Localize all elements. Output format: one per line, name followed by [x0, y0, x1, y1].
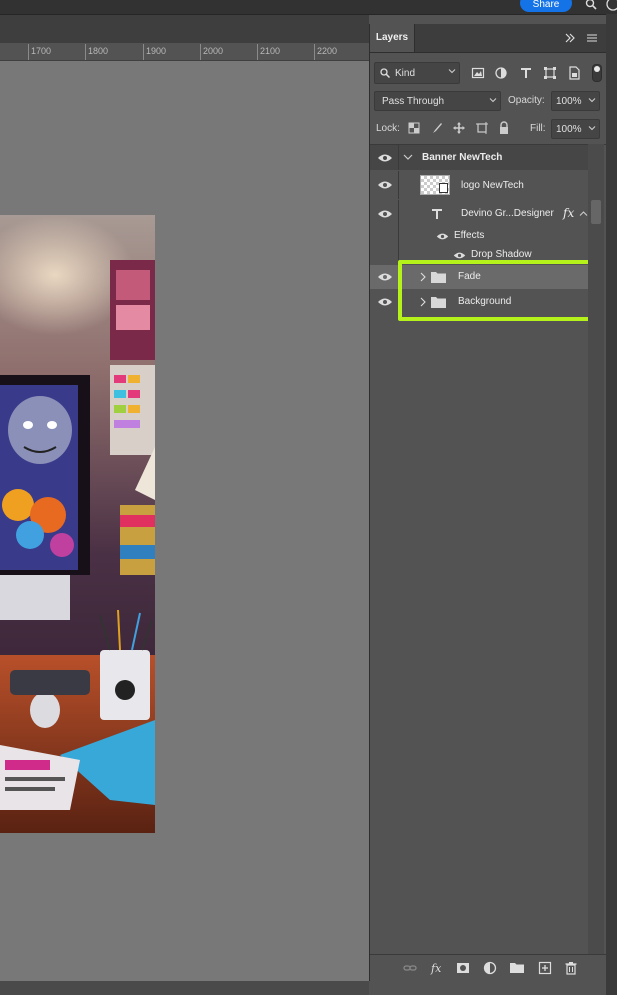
chevron-down-icon — [448, 69, 456, 74]
smart-object-badge-icon — [439, 183, 448, 193]
collapse-panel-icon[interactable] — [564, 32, 576, 44]
opacity-value: 100% — [556, 96, 582, 107]
layers-scrollbar-thumb[interactable] — [591, 200, 601, 224]
ruler-tick — [200, 44, 201, 60]
horizontal-ruler[interactable]: 1700 1800 1900 2000 2100 2200 — [0, 43, 369, 61]
link-layers-icon[interactable] — [403, 961, 417, 975]
ruler-tick — [28, 44, 29, 60]
canvas-artwork-image[interactable] — [0, 215, 155, 833]
ruler-label: 2000 — [203, 46, 224, 56]
visibility-eye-icon[interactable] — [377, 153, 393, 163]
opacity-label: Opacity: — [508, 95, 545, 106]
ruler-label: 2200 — [317, 46, 338, 56]
right-panel-dock-edge — [606, 14, 617, 995]
ruler-tick — [314, 44, 315, 60]
column-divider — [398, 171, 399, 199]
lock-image-pixels-brush-icon[interactable] — [430, 121, 444, 135]
layer-row-banner-newtech[interactable]: Banner NewTech — [370, 145, 588, 170]
effects-label: Effects — [454, 230, 485, 241]
ruler-tick — [85, 44, 86, 60]
visibility-eye-icon[interactable] — [377, 209, 393, 219]
chevron-right-icon[interactable] — [420, 272, 426, 282]
delete-layer-trash-icon[interactable] — [564, 961, 578, 975]
effects-row[interactable]: Effects — [370, 227, 588, 246]
layer-name: Background — [458, 296, 512, 307]
panel-menu-icon[interactable] — [586, 32, 598, 44]
ruler-label: 1700 — [31, 46, 52, 56]
tab-layers[interactable]: Layers — [370, 24, 415, 52]
filter-kind-select[interactable]: Kind — [374, 62, 460, 84]
chevron-down-icon[interactable] — [588, 124, 596, 132]
filter-kind-label: Kind — [395, 68, 416, 79]
layers-panel-footer: fx — [370, 954, 606, 982]
visibility-eye-icon[interactable] — [377, 180, 393, 190]
visibility-eye-icon[interactable] — [377, 272, 393, 282]
app-top-bar: Share — [0, 0, 617, 15]
column-divider — [398, 145, 399, 170]
status-bar — [0, 981, 369, 995]
chevron-down-icon[interactable] — [403, 153, 413, 161]
smart-object-filter-icon[interactable] — [567, 66, 581, 80]
visibility-eye-icon[interactable] — [436, 232, 449, 241]
layers-panel: Layers Kind Pass Through Opacity: 100% L… — [369, 24, 607, 982]
folder-icon — [431, 272, 446, 283]
fill-input[interactable]: 100% — [551, 119, 600, 139]
add-layer-mask-icon[interactable] — [456, 961, 470, 975]
drop-shadow-label: Drop Shadow — [471, 249, 532, 260]
lock-label: Lock: — [376, 123, 400, 134]
fill-value: 100% — [556, 124, 582, 135]
smart-object-thumbnail[interactable] — [420, 175, 450, 195]
chevron-up-icon[interactable] — [579, 210, 588, 217]
layer-name: Devino Gr...Designer — [461, 208, 554, 219]
layer-name: logo NewTech — [461, 180, 524, 191]
add-layer-style-fx-icon[interactable]: fx — [430, 961, 444, 975]
adjustment-filter-icon[interactable] — [494, 66, 508, 80]
ruler-label: 1800 — [88, 46, 109, 56]
fill-label: Fill: — [530, 123, 546, 134]
blend-mode-value: Pass Through — [382, 96, 445, 107]
filter-toggle-switch[interactable] — [592, 64, 602, 82]
pixel-filter-icon[interactable] — [471, 66, 485, 80]
new-layer-icon[interactable] — [538, 961, 552, 975]
shape-filter-icon[interactable] — [543, 66, 557, 80]
help-icon[interactable] — [606, 0, 617, 11]
visibility-eye-icon[interactable] — [453, 251, 466, 260]
lock-artboard-icon[interactable] — [475, 121, 489, 135]
chevron-right-icon[interactable] — [420, 297, 426, 307]
chevron-down-icon — [489, 98, 497, 103]
search-icon — [380, 68, 390, 78]
search-icon[interactable] — [585, 0, 597, 10]
document-tab-strip — [0, 15, 369, 43]
type-filter-icon[interactable] — [519, 66, 533, 80]
ruler-tick — [143, 44, 144, 60]
layer-name: Fade — [458, 271, 481, 282]
svg-text:fx: fx — [430, 962, 442, 975]
layers-scrollbar-track[interactable] — [588, 144, 604, 974]
layer-row-fade[interactable]: Fade — [370, 265, 588, 289]
drop-shadow-effect-row[interactable]: Drop Shadow — [370, 246, 588, 265]
ruler-label: 2100 — [260, 46, 281, 56]
layer-row-logo-newtech[interactable]: logo NewTech — [370, 171, 588, 199]
ruler-tick — [257, 44, 258, 60]
layer-row-background[interactable]: Background — [370, 290, 588, 314]
opacity-input[interactable]: 100% — [551, 91, 600, 111]
lock-transparent-pixels-icon[interactable] — [407, 121, 421, 135]
blend-mode-select[interactable]: Pass Through — [374, 91, 501, 111]
panel-tab-bar: Layers — [370, 24, 606, 53]
ruler-label: 1900 — [146, 46, 167, 56]
lock-position-move-icon[interactable] — [452, 121, 466, 135]
layer-row-devino-text[interactable]: Devino Gr...Designer fx — [370, 200, 588, 284]
chevron-down-icon[interactable] — [588, 96, 596, 104]
layer-name: Banner NewTech — [422, 152, 503, 163]
new-adjustment-layer-icon[interactable] — [483, 961, 497, 975]
lock-all-padlock-icon[interactable] — [497, 121, 511, 135]
visibility-eye-icon[interactable] — [377, 297, 393, 307]
filter-toggle-knob — [594, 66, 600, 72]
fx-icon[interactable]: fx — [563, 206, 574, 220]
text-layer-icon[interactable] — [431, 208, 443, 220]
share-button[interactable]: Share — [520, 0, 572, 12]
new-group-folder-icon[interactable] — [510, 961, 524, 975]
folder-icon — [431, 297, 446, 308]
